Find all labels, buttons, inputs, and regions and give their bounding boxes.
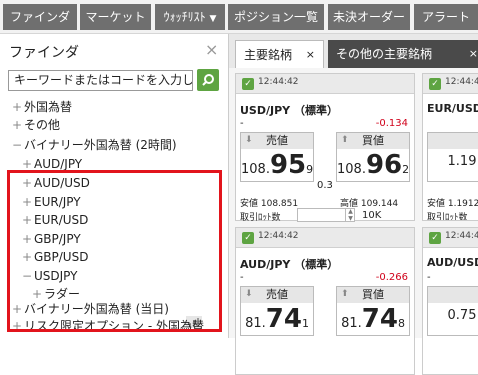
nav-positions[interactable]: ポジション一覧: [228, 4, 324, 30]
tab-major[interactable]: 主要銘柄 ×: [235, 40, 324, 68]
lot-value: 10K: [362, 210, 382, 221]
tree-item-other[interactable]: + その他: [12, 116, 60, 134]
highlight-box: [7, 170, 222, 332]
check-icon[interactable]: ✓: [429, 78, 441, 90]
tab-bar: 主要銘柄 × その他の主要銘柄 ×: [229, 34, 478, 68]
search-icon: [202, 74, 214, 86]
lot-stepper[interactable]: ▲ ▼: [345, 208, 355, 222]
finder-title: ファインダ: [9, 45, 79, 61]
sell-button[interactable]: 1.19: [427, 132, 478, 182]
close-icon[interactable]: ×: [205, 40, 218, 59]
pair-name: AUD/USD: [427, 256, 478, 269]
quote-area: ✓ 12:44:42 USD/JPY （標準） - -0.134 売値 ⬇ 10…: [229, 68, 478, 375]
quote-time: 12:44:42: [445, 231, 478, 241]
tree-label: AUD/JPY: [34, 157, 83, 171]
check-icon[interactable]: ✓: [429, 232, 441, 244]
quote-time: 12:44:42: [258, 231, 299, 241]
finder-panel: ファインダ × キーワードまたはコードを入力して + 外国為替 + その他 − バイナ…: [0, 34, 229, 338]
lot-label: 取引ﾛｯﾄ数: [427, 213, 468, 221]
tree-label: 外国為替: [24, 100, 73, 114]
close-icon[interactable]: ×: [469, 40, 478, 68]
quote-time: 12:44:42: [445, 77, 478, 87]
nav-watchlist-label: ｳｫｯﾁﾘｽﾄ: [163, 10, 206, 24]
search-input[interactable]: キーワードまたはコードを入力して: [8, 70, 193, 91]
buy-button[interactable]: 買値 ⬆ 81.748: [336, 286, 410, 336]
close-icon[interactable]: ×: [306, 41, 315, 69]
sell-price: 81.741: [245, 304, 309, 334]
pair-name: EUR/USD: [427, 102, 478, 115]
tree-label: その他: [24, 118, 61, 132]
arrow-down-icon: ⬇: [245, 289, 253, 299]
spread-value: 0.3: [317, 180, 333, 191]
tab-label: その他の主要銘柄: [336, 47, 433, 61]
low-price: 安値 1.1912: [427, 199, 478, 209]
sell-label: [428, 133, 478, 149]
quote-card-aud-usd: ✓ 12:44:42 AUD/USD - 0.75: [422, 227, 478, 375]
quote-card-aud-jpy: ✓ 12:44:42 AUD/JPY （標準） - -0.266 売値 ⬇ 81…: [235, 227, 415, 375]
quote-card-eur-usd: ✓ 12:44:42 EUR/USD 1.19 安値 1.1912 取引ﾛｯﾄ数: [422, 73, 478, 221]
check-icon[interactable]: ✓: [242, 232, 254, 244]
low-price: 安値 108.851: [240, 199, 299, 209]
buy-price: 108.962: [337, 150, 410, 180]
status-dash: -: [240, 272, 244, 283]
tree-item-forex[interactable]: + 外国為替: [12, 98, 72, 116]
nav-watchlist[interactable]: ｳｫｯﾁﾘｽﾄ ▼: [155, 4, 225, 30]
sell-button[interactable]: 売値 ⬇ 81.741: [240, 286, 314, 336]
search-button[interactable]: [197, 69, 219, 91]
lot-label: 取引ﾛｯﾄ数: [240, 213, 281, 223]
sell-price: 0.75: [447, 308, 477, 323]
expand-icon: +: [12, 100, 23, 114]
card-header: ✓ 12:44:42: [423, 228, 478, 248]
buy-price: 81.748: [341, 304, 405, 334]
card-header: ✓ 12:44:42: [236, 228, 414, 248]
check-icon[interactable]: ✓: [242, 78, 254, 90]
tree-item-binary-2h[interactable]: − バイナリー外国為替 (2時間): [12, 136, 177, 154]
price-change: -0.266: [375, 272, 408, 283]
pair-name: AUD/JPY （標準）: [240, 258, 339, 271]
sell-price: 108.959: [241, 150, 314, 180]
tab-other-major[interactable]: その他の主要銘柄 ×: [328, 40, 478, 68]
arrow-up-icon: ⬆: [341, 289, 349, 299]
card-header: ✓ 12:44:42: [423, 74, 478, 94]
sell-price: 1.19: [447, 154, 477, 169]
sell-label: [428, 287, 478, 303]
expand-icon: +: [12, 118, 23, 132]
card-header: ✓ 12:44:42: [236, 74, 414, 94]
collapse-icon: −: [12, 138, 23, 152]
pair-name: USD/JPY （標準）: [240, 104, 338, 117]
nav-market[interactable]: マーケット: [80, 4, 151, 30]
price-change: -0.134: [375, 118, 408, 129]
sell-button[interactable]: 売値 ⬇ 108.959: [240, 132, 314, 182]
arrow-up-icon: ⬆: [341, 135, 349, 145]
quote-card-usd-jpy: ✓ 12:44:42 USD/JPY （標準） - -0.134 売値 ⬇ 10…: [235, 73, 415, 223]
nav-alerts[interactable]: アラート: [414, 4, 478, 30]
top-nav: ファインダ マーケット ｳｫｯﾁﾘｽﾄ ▼ ポジション一覧 未決オーダー アラー…: [0, 0, 478, 34]
tab-label: 主要銘柄: [244, 48, 293, 62]
nav-finder[interactable]: ファインダ: [3, 4, 77, 30]
nav-open-orders[interactable]: 未決オーダー: [328, 4, 410, 30]
tree-label: バイナリー外国為替 (2時間): [24, 138, 177, 152]
chevron-down-icon: ▼: [209, 14, 217, 24]
quote-time: 12:44:42: [258, 77, 299, 87]
arrow-down-icon: ⬇: [245, 135, 253, 145]
sell-button[interactable]: 0.75: [427, 286, 478, 336]
status-dash: -: [427, 272, 431, 283]
buy-button[interactable]: 買値 ⬆ 108.962: [336, 132, 410, 182]
status-dash: -: [240, 118, 244, 129]
